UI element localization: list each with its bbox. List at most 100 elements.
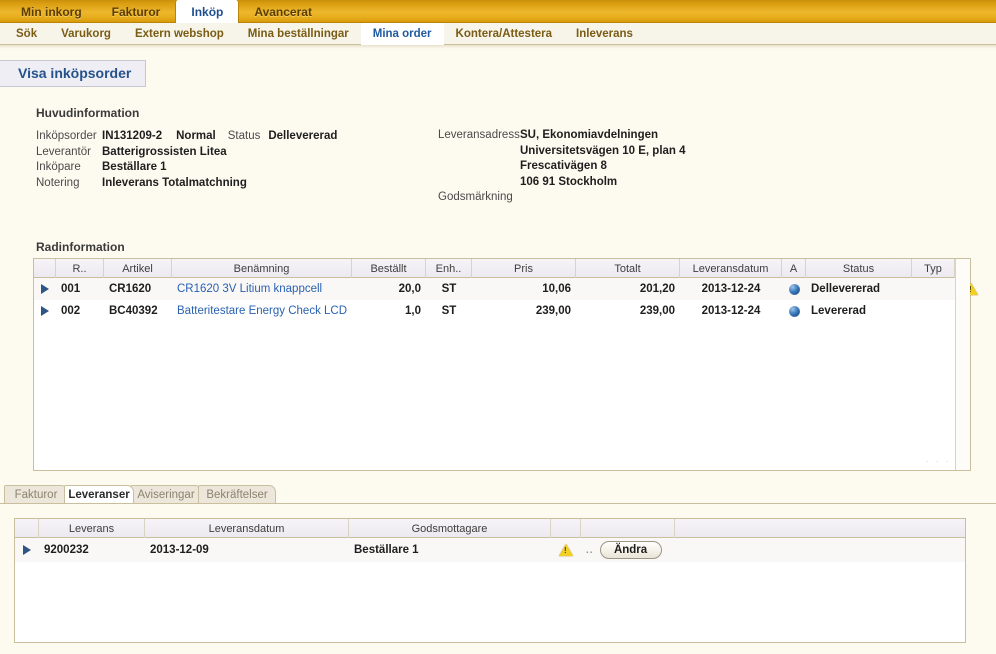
- cell-text: Beställare 1: [354, 544, 419, 556]
- deliveries-grid: Leverans Leveransdatum Godsmottagare 92002…: [14, 518, 966, 643]
- bottom-tab-bekr-ftelser[interactable]: Bekräftelser: [198, 485, 276, 503]
- warning-icon[interactable]: [559, 544, 573, 556]
- table-row[interactable]: 9200232 2013-12-09 Beställare 1.. Ändra: [15, 538, 965, 562]
- cell-artikel: CR1620: [104, 278, 172, 300]
- cell-text: 239,00: [535, 305, 571, 317]
- cell-leveransdatum: 2013-12-24: [680, 300, 782, 322]
- cell-text: Batteritestare Energy Check LCD: [177, 305, 348, 317]
- nav-tab-label: Inköp: [191, 4, 224, 19]
- column-header-label: A: [789, 262, 798, 275]
- column-header-r[interactable]: R..: [56, 259, 104, 278]
- row-expand-cell: [34, 300, 56, 322]
- cell-text: ST: [441, 305, 457, 317]
- cell-text: CR1620: [109, 283, 152, 295]
- cell-benamning: Batteritestare Energy Check LCD: [172, 300, 352, 322]
- subnav-tab-label: Kontera/Attestera: [455, 28, 553, 40]
- subnav-tab-label: Extern webshop: [134, 28, 224, 40]
- subnav-tab-s-k[interactable]: Sök: [4, 23, 49, 45]
- subnav-tab-extern-webshop[interactable]: Extern webshop: [123, 23, 236, 45]
- column-header-totalt[interactable]: Totalt: [576, 259, 680, 278]
- header-fields-left: Inköpsorder IN131209-2 Normal Status Delleve…: [36, 130, 337, 192]
- subnav-tab-label: Mina order: [372, 28, 432, 40]
- subnav-tab-varukorg[interactable]: Varukorg: [49, 23, 123, 45]
- delivery-column-header-blank[interactable]: [581, 519, 675, 538]
- column-header-status[interactable]: Status: [806, 259, 912, 278]
- page-tab-visa-inkopsorder[interactable]: Visa inköpsorder: [0, 60, 147, 87]
- subnav-tab-inleverans[interactable]: Inleverans: [564, 23, 645, 45]
- expand-arrow-icon[interactable]: [23, 545, 31, 555]
- delivery-address-row: Universitetsvägen 10 E, plan 4: [438, 145, 686, 157]
- column-header-label: Totalt: [614, 262, 641, 275]
- subnav-tab-mina-best-llningar[interactable]: Mina beställningar: [236, 23, 361, 45]
- nav-tab-min-inkorg[interactable]: Min inkorg: [6, 0, 97, 23]
- expand-arrow-icon[interactable]: [41, 306, 49, 316]
- delivery-address-value: SU, Ekonomiavdelningen: [520, 129, 659, 141]
- header-field-label: Notering: [36, 176, 80, 189]
- header-field-status-value: Dellevererad: [268, 130, 338, 142]
- cell-text: ST: [441, 283, 457, 295]
- column-header-ben-mning[interactable]: Benämning: [172, 259, 352, 278]
- cell-text: 2013-12-09: [150, 544, 209, 556]
- column-header-label: Leveransdatum: [692, 262, 769, 275]
- table-row[interactable]: 002 BC40392 Batteritestare Energy Check LC…: [34, 300, 970, 322]
- header-field-label: Inköpare: [36, 161, 81, 173]
- expand-arrow-icon[interactable]: [41, 284, 49, 294]
- delivery-column-header-leveransdatum[interactable]: Leveransdatum: [145, 519, 349, 538]
- cell-artikel: BC40392: [104, 300, 172, 322]
- cell-totalt: 201,20: [576, 278, 680, 300]
- delivery-column-header-blank[interactable]: [675, 519, 965, 538]
- column-header-artikel[interactable]: Artikel: [104, 259, 172, 278]
- delivery-column-header-leverans[interactable]: Leverans: [39, 519, 145, 538]
- delivery-address-value: 106 91 Stockholm: [520, 175, 618, 188]
- bottom-tab-leveranser[interactable]: Leveranser: [64, 485, 134, 503]
- delivery-cell-leverans: 9200232: [39, 538, 145, 562]
- cell-text: 2013-12-24: [701, 283, 761, 295]
- delivery-address-row: Godsmärkning: [438, 191, 686, 203]
- bottom-tab-label: Bekräftelser: [206, 488, 268, 501]
- cell-text: BC40392: [109, 305, 158, 317]
- column-header-enh[interactable]: Enh..: [426, 259, 472, 278]
- column-header-label: Status: [842, 262, 875, 275]
- delivery-column-header-blank[interactable]: [551, 519, 581, 538]
- cell-text: 2013-12-24: [701, 305, 761, 317]
- edit-delivery-button[interactable]: Ändra: [599, 541, 662, 559]
- subnav-tab-label: Inleverans: [576, 28, 633, 40]
- subnav-tab-kontera-attestera[interactable]: Kontera/Attestera: [444, 23, 565, 45]
- cell-bestallt: 20,0: [352, 278, 426, 300]
- subnav-tab-label: Mina beställningar: [247, 28, 349, 40]
- delivery-column-header-godsmottagare[interactable]: Godsmottagare: [349, 519, 551, 538]
- bottom-tab-aviseringar[interactable]: Aviseringar: [130, 485, 202, 503]
- delivery-address-label: Leveransadress: [438, 129, 520, 141]
- line-items-header-row: R.. Artikel Benämning Beställt Enh.. Pris Tota…: [34, 259, 970, 278]
- section-title-radinformation: Radinformation: [36, 240, 125, 254]
- delivery-address-row: Frescativägen 8: [438, 160, 686, 172]
- column-header-best-llt[interactable]: Beställt: [352, 259, 426, 278]
- delivery-column-header-label: Leveransdatum: [208, 522, 285, 535]
- cell-rad: 002: [56, 300, 104, 322]
- nav-tab-label: Avancerat: [254, 4, 312, 19]
- column-header-leveransdatum[interactable]: Leveransdatum: [680, 259, 782, 278]
- column-header-label: Beställt: [370, 262, 407, 275]
- nav-tab-avancerat[interactable]: Avancerat: [239, 0, 327, 23]
- cell-status: Dellevererad: [806, 278, 912, 300]
- cell-text: 002: [61, 305, 81, 317]
- subnav-tab-mina-order[interactable]: Mina order: [360, 23, 444, 45]
- nav-tab-ink-p[interactable]: Inköp: [175, 0, 240, 23]
- bottom-tab-fakturor[interactable]: Fakturor: [4, 485, 68, 503]
- cell-text: 1,0: [405, 305, 421, 317]
- column-header-blank[interactable]: [34, 259, 56, 278]
- grid-vertical-scrollbar[interactable]: [955, 259, 970, 470]
- column-header-typ[interactable]: Typ: [912, 259, 955, 278]
- header-field-row: Inköpare Beställare 1: [36, 161, 337, 173]
- cell-text: 9200232: [44, 544, 89, 556]
- nav-tab-fakturor[interactable]: Fakturor: [97, 0, 176, 23]
- delivery-column-header-blank[interactable]: [15, 519, 39, 538]
- column-header-a[interactable]: A: [782, 259, 806, 278]
- cell-rad: 001: [56, 278, 104, 300]
- subnav-tab-label: Sök: [16, 28, 38, 40]
- table-row[interactable]: 001 CR1620 CR1620 3V Litium knappcell 20,0 S…: [34, 278, 978, 300]
- column-header-pris[interactable]: Pris: [472, 259, 576, 278]
- grid-resize-grip[interactable]: · · ·: [925, 456, 951, 467]
- section-title-huvudinformation: Huvudinformation: [36, 106, 140, 120]
- delivery-cell-leveransdatum: 2013-12-09: [145, 538, 349, 562]
